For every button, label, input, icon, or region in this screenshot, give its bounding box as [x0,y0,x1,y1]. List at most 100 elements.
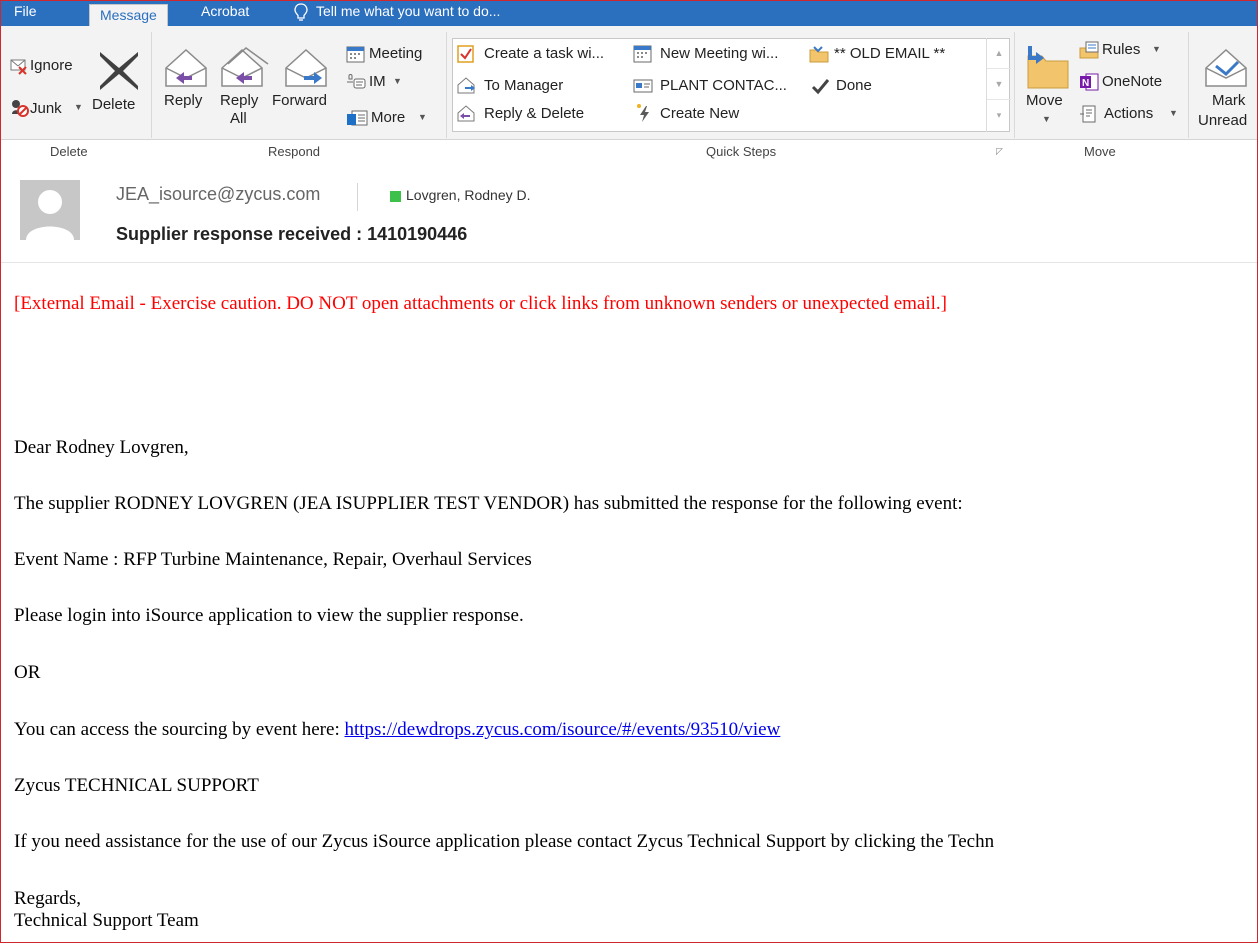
group-label-move: Move [1084,144,1116,159]
im-icon [346,73,366,96]
quick-step-to-manager[interactable]: To Manager [456,74,626,98]
tell-me-search[interactable]: Tell me what you want to do... [316,0,500,26]
delete-label: Delete [92,96,136,113]
checkmark-icon [810,76,830,101]
reply-label: Reply [164,92,203,109]
ribbon: Ignore Junk ▼ Delete Delete Reply Reply … [0,26,1258,159]
lightbulb-icon [294,3,308,25]
task-check-icon [456,44,476,69]
message-header [0,167,1258,263]
tab-message[interactable]: Message [89,4,168,26]
quick-step-label: To Manager [484,77,564,94]
reply-all-button[interactable]: Reply All [216,40,274,136]
reply-all-label-line1: Reply [220,92,259,109]
signoff: Regards, [14,888,82,909]
quick-step-label: New Meeting wi... [660,45,779,62]
ignore-icon [10,57,28,80]
junk-dropdown-icon: ▼ [74,102,83,112]
body-paragraph: OR [14,662,41,683]
move-label: Move [1026,92,1063,109]
meeting-button[interactable]: Meeting [344,44,438,66]
folder-move-icon [808,45,830,68]
envelope-forward-icon [456,76,478,101]
forward-icon [282,44,330,95]
access-prefix: You can access the sourcing by event her… [14,719,345,740]
more-dropdown-icon: ▼ [418,112,427,122]
onenote-button[interactable]: N OneNote [1078,70,1178,94]
reply-icon [162,44,210,95]
recipient-name[interactable]: Lovgren, Rodney D. [406,187,531,203]
meeting-calendar-icon [346,45,366,68]
support-paragraph: If you need assistance for the use of ou… [14,831,995,852]
move-button[interactable]: Move ▼ [1020,40,1076,136]
envelope-reply-icon [456,104,478,129]
email-subject: Supplier response received : 1410190446 [116,224,468,244]
quick-step-label: PLANT CONTAC... [660,77,787,94]
group-label-respond: Respond [268,144,321,159]
actions-button[interactable]: Actions ▼ [1078,102,1184,126]
more-button[interactable]: More ▼ [344,108,434,130]
access-line: You can access the sourcing by event her… [14,719,780,741]
quick-step-create-new[interactable]: Create New [632,102,810,126]
im-dropdown-icon: ▼ [393,76,402,86]
envelope-unread-icon [1202,44,1252,97]
group-separator [1188,32,1189,138]
quick-step-plant-contact[interactable]: PLANT CONTAC... [632,74,810,98]
body-paragraph: Please login into iSource application to… [14,605,524,626]
event-link[interactable]: https://dewdrops.zycus.com/isource/#/eve… [344,719,780,740]
reply-button[interactable]: Reply [158,40,214,130]
junk-button[interactable]: Junk ▼ [0,96,86,120]
junk-icon [10,98,30,123]
forward-label: Forward [272,92,328,109]
group-label-quick-steps: Quick Steps [706,144,777,159]
quick-step-label: Done [836,77,872,94]
im-label: IM [369,73,386,90]
sender-address[interactable]: JEA_isource@zycus.com [116,184,320,205]
quick-step-label: Create New [660,105,740,122]
quick-step-label: ** OLD EMAIL ** [834,45,946,62]
forward-button[interactable]: Forward [272,40,340,130]
tab-file[interactable]: File [14,0,37,26]
move-folder-icon [1024,44,1072,97]
body-paragraph: The supplier RODNEY LOVGREN (JEA ISUPPLI… [14,493,963,514]
presence-indicator-icon [390,191,401,202]
dialog-launcher-icon[interactable]: ◸ [996,146,1003,157]
support-title: Zycus TECHNICAL SUPPORT [14,775,259,796]
delete-x-icon [96,48,142,99]
ignore-button[interactable]: Ignore [0,52,86,76]
scroll-up-icon[interactable]: ▲ [987,38,1011,69]
ignore-label: Ignore [30,57,73,74]
svg-text:N: N [1082,78,1089,89]
quick-step-reply-delete[interactable]: Reply & Delete [456,102,626,126]
more-icon [346,109,368,132]
quick-step-done[interactable]: Done [808,74,978,98]
quick-step-label: Reply & Delete [484,105,585,122]
more-label: More [371,109,406,126]
quick-step-old-email[interactable]: ** OLD EMAIL ** [808,42,978,66]
signature-team: Technical Support Team [14,910,199,931]
sender-avatar [20,180,80,240]
greeting: Dear Rodney Lovgren, [14,437,189,458]
quick-step-new-meeting[interactable]: New Meeting wi... [632,42,810,66]
delete-button[interactable]: Delete [92,44,148,130]
im-button[interactable]: IM ▼ [344,72,424,94]
quick-steps-scroll[interactable]: ▲ ▼ ▾ [986,38,1011,132]
tab-acrobat[interactable]: Acrobat [201,0,249,26]
expand-gallery-icon[interactable]: ▾ [987,100,1011,131]
group-label-delete: Delete [50,144,88,159]
group-separator [151,32,152,138]
mark-label-line2: Unread [1198,112,1248,129]
move-dropdown-icon: ▼ [1042,114,1051,124]
quick-step-label: Create a task wi... [484,45,605,62]
contact-card-icon [632,77,654,100]
rules-dropdown-icon: ▼ [1152,44,1161,54]
rules-button[interactable]: Rules ▼ [1078,38,1178,62]
scroll-down-icon[interactable]: ▼ [987,69,1011,100]
mark-unread-button[interactable]: Mark Unread [1194,40,1258,136]
junk-label: Junk [30,100,62,117]
calendar-icon [632,44,654,69]
actions-label: Actions [1104,105,1154,122]
group-separator [446,32,447,138]
quick-step-create-task[interactable]: Create a task wi... [456,42,626,66]
group-separator [1014,32,1015,138]
